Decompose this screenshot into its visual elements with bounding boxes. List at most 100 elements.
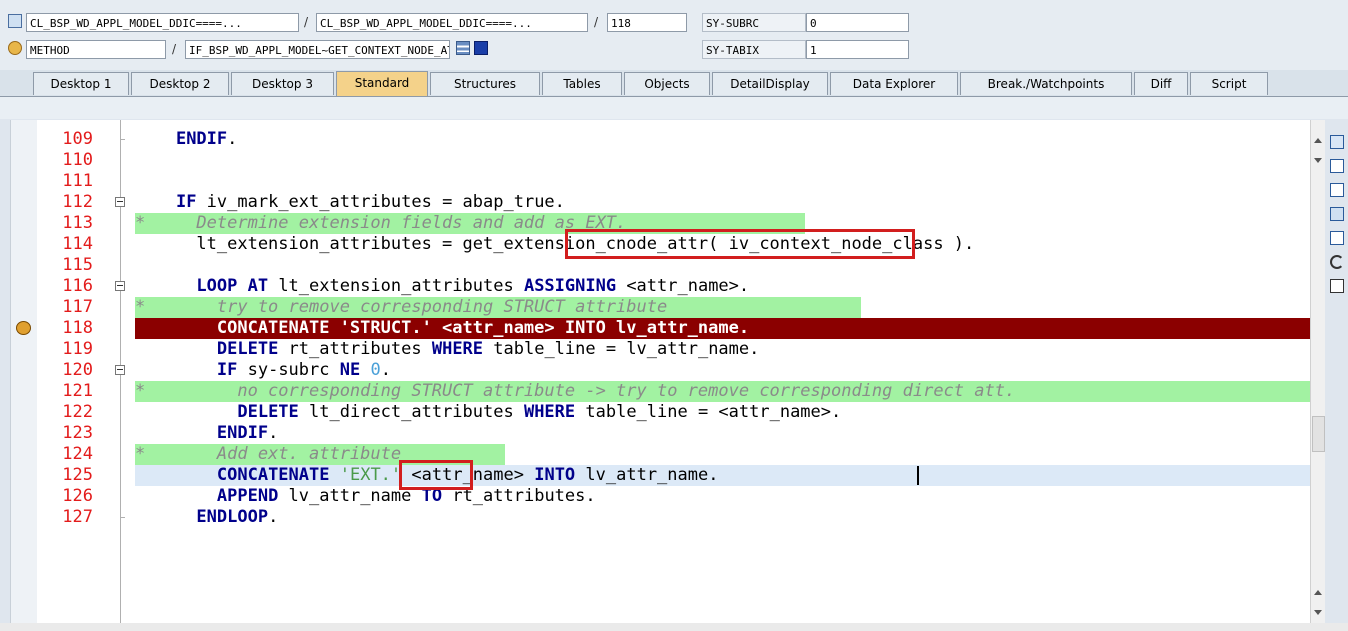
code-text: * try to remove corresponding STRUCT att…	[135, 297, 668, 317]
line-number: 122	[62, 402, 93, 422]
code-line[interactable]: 121 * no corresponding STRUCT attribute -…	[11, 381, 1311, 402]
sy-subrc-value[interactable]: 0	[806, 13, 909, 32]
code-text: APPEND lv_attr_name TO rt_attributes.	[216, 486, 596, 506]
line-number: 114	[62, 234, 93, 254]
code-line[interactable]: 110	[11, 150, 1311, 171]
tab-structures[interactable]: Structures	[430, 72, 540, 95]
line-number: 123	[62, 423, 93, 443]
fold-tree-tick	[120, 139, 125, 140]
close-icon[interactable]	[1330, 135, 1344, 149]
line-number: 120	[62, 360, 93, 380]
refresh-icon[interactable]	[1330, 255, 1344, 269]
line-number: 124	[62, 444, 93, 464]
code-text: * no corresponding STRUCT attribute -> t…	[135, 381, 1016, 401]
scroll-up-arrow[interactable]	[1314, 590, 1322, 595]
tab-diff[interactable]: Diff	[1134, 72, 1188, 95]
tab-data-explorer[interactable]: Data Explorer	[830, 72, 958, 95]
event-name-field[interactable]: IF_BSP_WD_APPL_MODEL~GET_CONTEXT_NODE_AT…	[185, 40, 450, 59]
text-cursor	[917, 466, 919, 485]
sy-subrc-label: SY-SUBRC	[702, 13, 806, 32]
code-text: * Determine extension fields and add as …	[135, 213, 627, 233]
code-text: ENDIF.	[175, 129, 238, 149]
event-type-field[interactable]: METHOD	[26, 40, 166, 59]
debugger-header: CL_BSP_WD_APPL_MODEL_DDIC====... / CL_BS…	[0, 0, 1348, 70]
tab-detaildisplay[interactable]: DetailDisplay	[712, 72, 828, 95]
breakpoint-arrow-icon[interactable]	[16, 321, 31, 335]
program-field[interactable]: CL_BSP_WD_APPL_MODEL_DDIC====...	[26, 13, 299, 32]
scroll-up-arrow[interactable]	[1314, 138, 1322, 143]
info-icon[interactable]	[474, 41, 488, 55]
code-line[interactable]: 122 DELETE lt_direct_attributes WHERE ta…	[11, 402, 1311, 423]
line-number: 110	[62, 150, 93, 170]
code-line[interactable]: 125 CONCATENATE 'EXT.' <attr_name> INTO …	[11, 465, 1311, 486]
code-line[interactable]: 124 * Add ext. attribute	[11, 444, 1311, 465]
layout-icon[interactable]	[1330, 183, 1344, 197]
fold-tree-tick	[120, 517, 125, 518]
tab-standard[interactable]: Standard	[336, 71, 428, 96]
include-field[interactable]: CL_BSP_WD_APPL_MODEL_DDIC====...	[316, 13, 588, 32]
line-number: 112	[62, 192, 93, 212]
code-text: IF sy-subrc NE 0.	[216, 360, 391, 380]
code-line[interactable]: 123 ENDIF.	[11, 423, 1311, 444]
tab-desktop-3[interactable]: Desktop 3	[231, 72, 334, 95]
code-line[interactable]: 117 * try to remove corresponding STRUCT …	[11, 297, 1311, 318]
line-number: 109	[62, 129, 93, 149]
line-number: 111	[62, 171, 93, 191]
code-text: DELETE rt_attributes WHERE table_line = …	[216, 339, 760, 359]
code-text: DELETE lt_direct_attributes WHERE table_…	[237, 402, 842, 422]
tab-script[interactable]: Script	[1190, 72, 1268, 95]
code-line[interactable]: 111	[11, 171, 1311, 192]
scroll-thumb[interactable]	[1312, 416, 1325, 452]
tab-objects[interactable]: Objects	[624, 72, 710, 95]
code-line[interactable]: 120 IF sy-subrc NE 0.	[11, 360, 1311, 381]
code-line[interactable]: 118 CONCATENATE 'STRUCT.' <attr_name> IN…	[11, 318, 1311, 339]
method-icon	[8, 41, 22, 55]
code-line[interactable]: 119 DELETE rt_attributes WHERE table_lin…	[11, 339, 1311, 360]
line-number: 117	[62, 297, 93, 317]
line-number: 125	[62, 465, 93, 485]
sy-tabix-value[interactable]: 1	[806, 40, 909, 59]
scroll-down-arrow[interactable]	[1314, 158, 1322, 163]
code-line[interactable]: 112 IF iv_mark_ext_attributes = abap_tru…	[11, 192, 1311, 213]
separator: /	[594, 15, 599, 29]
tab-desktop-2[interactable]: Desktop 2	[131, 72, 229, 95]
horizontal-scrollbar[interactable]	[0, 623, 1348, 631]
tab-desktop-1[interactable]: Desktop 1	[33, 72, 129, 95]
code-line[interactable]: 127 ENDLOOP.	[11, 507, 1311, 528]
program-icon	[8, 14, 22, 28]
sy-tabix-label: SY-TABIX	[702, 40, 806, 59]
line-number: 116	[62, 276, 93, 296]
settings-icon[interactable]	[1330, 279, 1344, 293]
code-line[interactable]: 109 ENDIF.	[11, 129, 1311, 150]
tab-strip: Desktop 1 Desktop 2 Desktop 3 Standard S…	[0, 70, 1348, 97]
tab-tables[interactable]: Tables	[542, 72, 622, 95]
line-number: 115	[62, 255, 93, 275]
callstack-icon[interactable]	[456, 41, 470, 55]
fold-collapse-icon[interactable]	[115, 365, 125, 375]
vertical-scrollbar[interactable]	[1310, 120, 1325, 631]
highlight-box	[565, 229, 915, 259]
back-icon[interactable]	[1330, 231, 1344, 245]
line-number: 127	[62, 507, 93, 527]
code-text: ENDLOOP.	[196, 507, 279, 527]
fold-collapse-icon[interactable]	[115, 281, 125, 291]
line-number: 119	[62, 339, 93, 359]
new-icon[interactable]	[1330, 159, 1344, 173]
code-line[interactable]: 126 APPEND lv_attr_name TO rt_attributes…	[11, 486, 1311, 507]
source-code-editor[interactable]: 109 ENDIF. 110 111 112 IF iv_mark_ext_attri…	[10, 120, 1311, 631]
code-text: CONCATENATE 'STRUCT.' <attr_name> INTO l…	[135, 318, 750, 338]
line-number: 113	[62, 213, 93, 233]
tab-break-watchpoints[interactable]: Break./Watchpoints	[960, 72, 1132, 95]
code-line[interactable]: 116 LOOP AT lt_extension_attributes ASSI…	[11, 276, 1311, 297]
line-field[interactable]: 118	[607, 13, 687, 32]
separator: /	[172, 42, 177, 56]
scroll-down-arrow[interactable]	[1314, 610, 1322, 615]
code-text: * Add ext. attribute	[135, 444, 402, 464]
code-text: ENDIF.	[216, 423, 279, 443]
toolbar-strip	[0, 97, 1348, 119]
full-screen-icon[interactable]	[1330, 207, 1344, 221]
code-text: LOOP AT lt_extension_attributes ASSIGNIN…	[196, 276, 750, 296]
separator: /	[304, 15, 309, 29]
fold-collapse-icon[interactable]	[115, 197, 125, 207]
highlight-box	[399, 460, 473, 490]
